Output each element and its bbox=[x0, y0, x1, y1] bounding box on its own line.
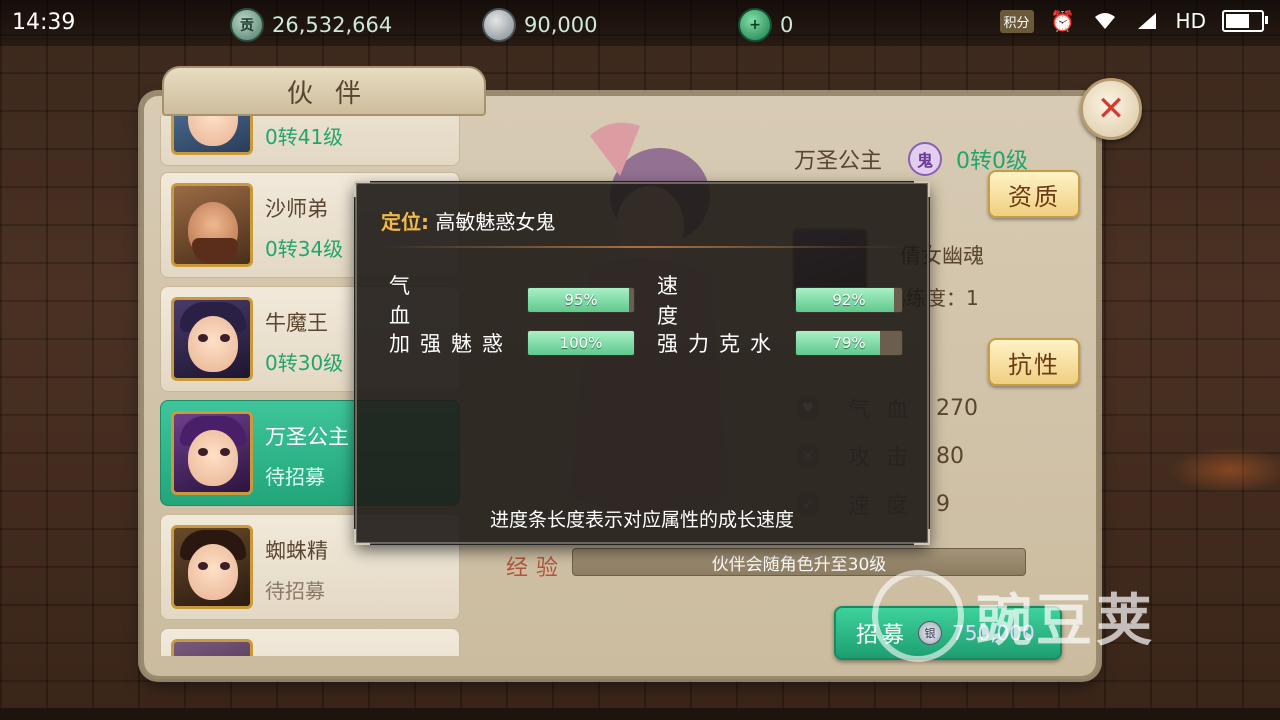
growth-stat: 加强魅惑 100% bbox=[389, 328, 635, 358]
avatar-face bbox=[188, 316, 238, 372]
currency-tribute: 贡 26,532,664 bbox=[230, 8, 392, 42]
role-key: 定位: bbox=[381, 210, 429, 234]
avatar-eye bbox=[220, 562, 230, 570]
growth-tooltip: 定位: 高敏魅惑女鬼 气血 95% 速度 92% 加强魅惑 100% 强力克水 … bbox=[354, 181, 930, 545]
growth-percent: 100% bbox=[559, 334, 603, 352]
partner-card[interactable] bbox=[160, 628, 460, 656]
avatar bbox=[171, 525, 253, 609]
silver-amount: 90,000 bbox=[524, 13, 598, 37]
watermark-text: 豌豆荚 bbox=[976, 588, 1156, 654]
stat-value: 9 bbox=[936, 491, 950, 517]
avatar-eye bbox=[198, 448, 208, 456]
currency-jade[interactable]: + 0 bbox=[738, 8, 793, 42]
avatar-beard bbox=[192, 238, 238, 264]
partner-name: 蜘蛛精 bbox=[265, 539, 328, 563]
tooltip-divider bbox=[377, 246, 907, 248]
growth-label: 气血 bbox=[389, 274, 472, 328]
avatar bbox=[171, 639, 253, 656]
resistance-button[interactable]: 抗性 bbox=[988, 338, 1080, 386]
growth-label: 加强魅惑 bbox=[389, 332, 513, 356]
panel-title: 伙伴 bbox=[286, 78, 383, 109]
growth-label: 速度 bbox=[657, 274, 740, 328]
growth-percent: 92% bbox=[832, 291, 866, 309]
panel-title-tab: 伙伴 bbox=[162, 66, 486, 116]
jade-add-icon[interactable]: + bbox=[738, 8, 772, 42]
battery-icon bbox=[1222, 10, 1268, 32]
growth-label: 强力克水 bbox=[657, 332, 781, 356]
avatar-eye bbox=[220, 448, 230, 456]
growth-bar: 95% bbox=[527, 287, 635, 313]
partner-detail-name: 万圣公主 bbox=[794, 149, 883, 174]
stat-value: 270 bbox=[936, 395, 978, 421]
tooltip-corner bbox=[354, 181, 370, 197]
points-label: 积分 bbox=[999, 9, 1034, 33]
role-value: 高敏魅惑女鬼 bbox=[435, 210, 556, 234]
partner-name: 牛魔王 bbox=[265, 311, 328, 335]
avatar-face bbox=[188, 430, 238, 486]
exp-label: 经验 bbox=[506, 556, 567, 581]
stat-value: 80 bbox=[936, 443, 964, 469]
partner-level: 0转34级 bbox=[265, 237, 344, 261]
avatar bbox=[171, 411, 253, 495]
race-badge: 鬼 bbox=[908, 142, 943, 176]
avatar-eye bbox=[198, 334, 208, 342]
avatar-face bbox=[188, 116, 238, 146]
bottom-exp-strip bbox=[0, 708, 1280, 720]
tooltip-footer: 进度条长度表示对应属性的成长速度 bbox=[489, 509, 794, 531]
system-indicators: 积分 ⏰ HD bbox=[999, 8, 1268, 34]
signal-icon bbox=[1134, 8, 1160, 34]
growth-stat: 速度 92% bbox=[657, 270, 903, 330]
growth-bar: 100% bbox=[527, 330, 635, 356]
clock: 14:39 bbox=[12, 10, 76, 35]
watermark-logo-icon bbox=[872, 570, 964, 662]
partner-level: 0转41级 bbox=[265, 125, 344, 149]
close-icon[interactable]: ✕ bbox=[1097, 92, 1126, 126]
tooltip-role: 定位: 高敏魅惑女鬼 bbox=[381, 206, 555, 235]
wifi-icon bbox=[1092, 8, 1118, 34]
silver-ingot-icon bbox=[482, 8, 516, 42]
avatar bbox=[171, 116, 253, 155]
partner-name: 万圣公主 bbox=[265, 425, 349, 449]
tribute-amount: 26,532,664 bbox=[272, 13, 393, 37]
growth-stat: 气血 95% bbox=[389, 270, 635, 330]
partner-name: 沙师弟 bbox=[265, 197, 328, 221]
avatar bbox=[171, 183, 253, 267]
growth-bar: 79% bbox=[795, 330, 903, 356]
growth-percent: 79% bbox=[832, 334, 866, 352]
growth-stat: 强力克水 79% bbox=[657, 328, 903, 358]
tribute-coin-icon: 贡 bbox=[230, 8, 264, 42]
jade-amount: 0 bbox=[780, 13, 794, 37]
partner-level: 待招募 bbox=[265, 579, 325, 603]
avatar-eye bbox=[220, 334, 230, 342]
avatar-face bbox=[188, 544, 238, 600]
currency-silver: 90,000 bbox=[482, 8, 597, 42]
partner-level: 待招募 bbox=[265, 465, 325, 489]
alarm-icon: ⏰ bbox=[1050, 9, 1075, 33]
partner-card[interactable]: 0转41级 bbox=[160, 116, 460, 166]
partner-level: 0转30级 bbox=[265, 351, 344, 375]
aptitude-button[interactable]: 资质 bbox=[988, 170, 1080, 218]
growth-percent: 95% bbox=[564, 291, 598, 309]
avatar bbox=[171, 297, 253, 381]
watermark: 豌豆荚 bbox=[872, 570, 1156, 662]
avatar-eye bbox=[198, 562, 208, 570]
status-bar: 14:39 贡 26,532,664 90,000 + 0 积分 ⏰ HD bbox=[0, 0, 1280, 46]
tooltip-corner bbox=[914, 181, 930, 197]
network-type: HD bbox=[1175, 9, 1206, 33]
growth-bar: 92% bbox=[795, 287, 903, 313]
